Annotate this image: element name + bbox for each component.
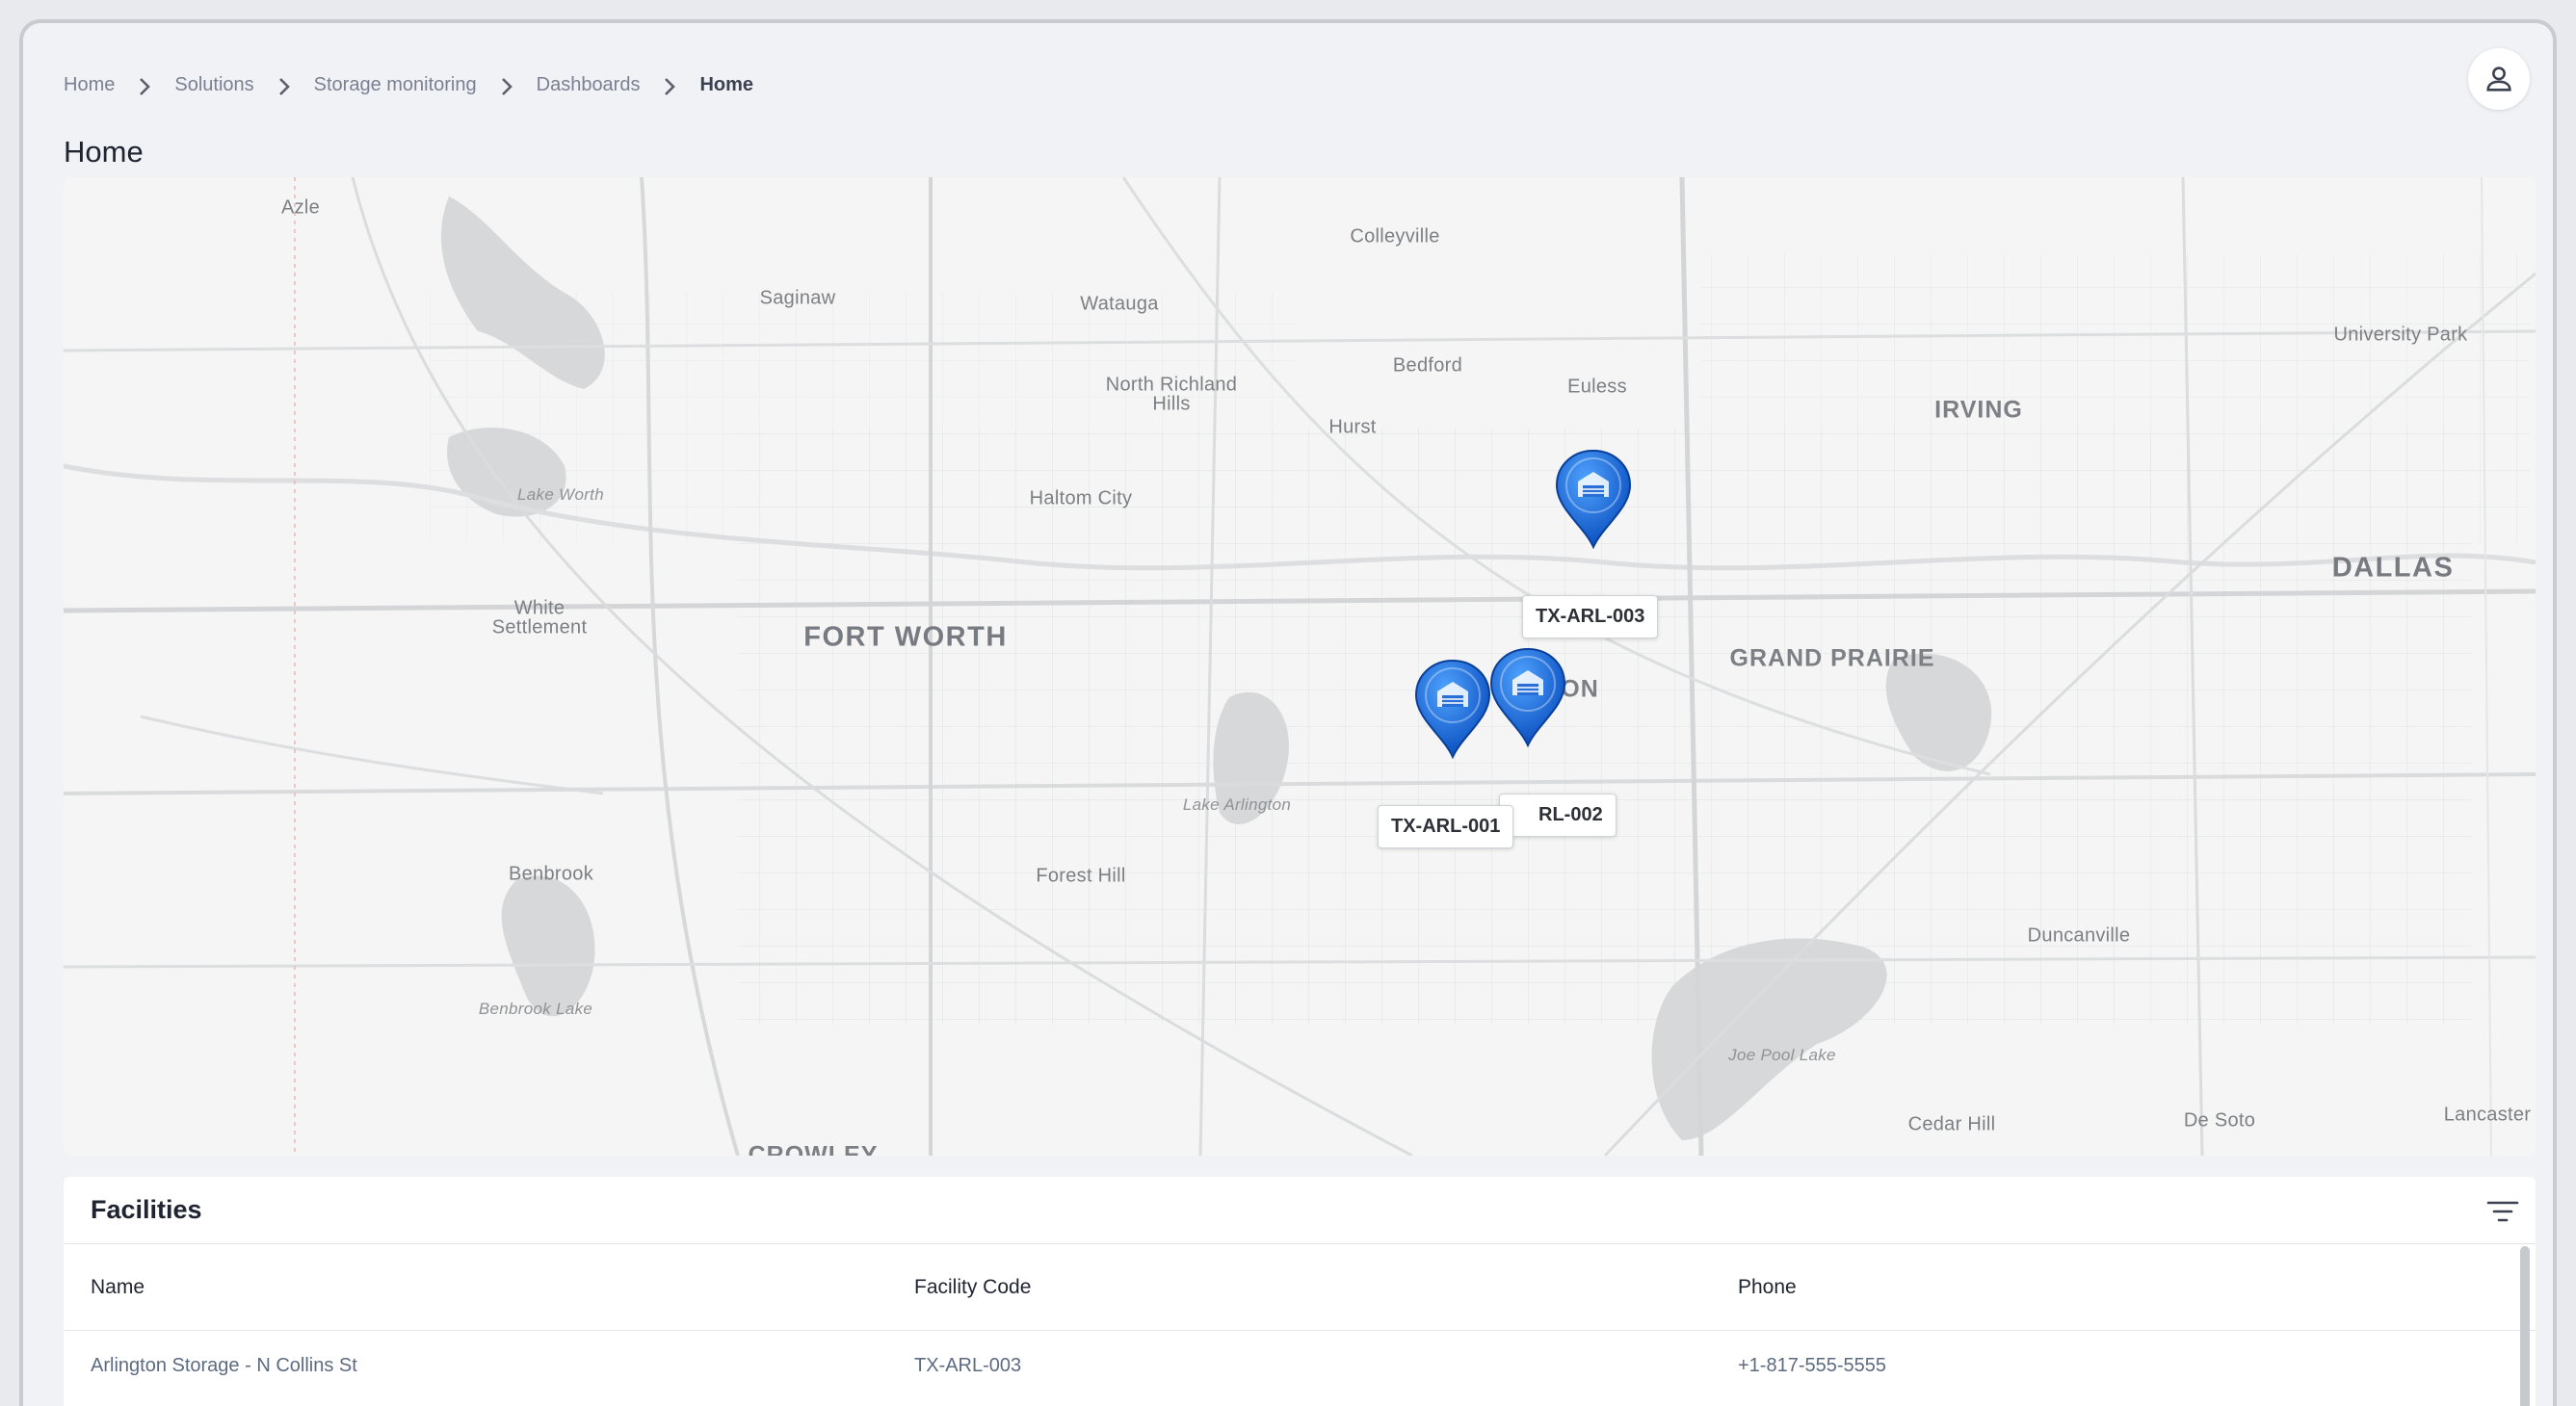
filter-button[interactable]	[2484, 1192, 2522, 1231]
map-label: Benbrook	[508, 863, 594, 885]
chevron-right-icon	[640, 71, 699, 98]
facilities-panel: Facilities Name Facility Code Phone Arli…	[64, 1177, 2536, 1406]
facilities-title: Facilities	[91, 1195, 202, 1224]
map-pin-icon	[1489, 647, 1566, 748]
breadcrumb-home[interactable]: Home	[64, 74, 115, 96]
filter-icon	[2486, 1201, 2519, 1222]
map-label: Settlement	[491, 616, 588, 638]
chevron-right-icon	[254, 71, 314, 98]
map-label: Duncanville	[2027, 924, 2131, 947]
map-label: Forest Hill	[1036, 865, 1126, 887]
map-basemap	[64, 177, 2536, 1156]
facilities-map[interactable]: Azle Colleyville Saginaw Watauga North R…	[64, 177, 2536, 1156]
marker-label-tx-arl-002[interactable]: RL-002	[1499, 794, 1617, 837]
map-marker-tx-arl-002[interactable]	[1489, 647, 1566, 748]
table-row[interactable]: Arlington Storage - N Collins St TX-ARL-…	[64, 1331, 2536, 1400]
column-header-name[interactable]: Name	[64, 1276, 887, 1299]
breadcrumb-current: Home	[699, 73, 754, 95]
table-header: Name Facility Code Phone	[64, 1244, 2536, 1331]
map-label: University Park	[2333, 324, 2468, 346]
app-window: Home Solutions Storage monitoring Dashbo…	[19, 19, 2557, 1406]
cell-phone: +1-817-555-5555	[1738, 1354, 1887, 1376]
map-pin-icon	[1414, 659, 1491, 760]
cell-facility-code: TX-ARL-003	[914, 1354, 1022, 1376]
map-marker-tx-arl-003[interactable]	[1555, 449, 1632, 550]
user-menu-button[interactable]	[2468, 48, 2530, 110]
map-label: GRAND PRAIRIE	[1729, 644, 1935, 672]
breadcrumb-solutions[interactable]: Solutions	[174, 74, 253, 96]
chevron-right-icon	[477, 71, 537, 98]
map-label: Euless	[1567, 376, 1627, 398]
map-label: Lake Worth	[517, 485, 604, 504]
marker-label-tx-arl-001[interactable]: TX-ARL-001	[1378, 805, 1514, 848]
map-label: Hills	[1152, 393, 1191, 415]
map-label: IRVING	[1934, 396, 2023, 424]
marker-label-tx-arl-003[interactable]: TX-ARL-003	[1522, 595, 1659, 638]
map-marker-tx-arl-001[interactable]	[1414, 659, 1491, 760]
map-label: Bedford	[1392, 354, 1463, 377]
map-label: Watauga	[1080, 293, 1159, 315]
map-label: DALLAS	[2331, 552, 2455, 584]
map-label: Lancaster	[2443, 1104, 2532, 1126]
map-label: FORT WORTH	[803, 621, 1008, 653]
map-label: ON	[1561, 675, 1599, 703]
map-label: Cedar Hill	[1907, 1113, 1996, 1135]
map-label: Haltom City	[1029, 487, 1133, 509]
user-icon	[2486, 66, 2511, 91]
table-scrollbar[interactable]	[2520, 1246, 2530, 1406]
cell-name: Arlington Storage - N Collins St	[91, 1354, 357, 1376]
breadcrumb-storage-monitoring[interactable]: Storage monitoring	[314, 74, 477, 96]
map-label: Hurst	[1328, 416, 1377, 438]
map-label: Saginaw	[759, 287, 836, 309]
column-header-phone[interactable]: Phone	[1711, 1276, 2501, 1299]
page-title: Home	[64, 135, 144, 169]
chevron-right-icon	[115, 71, 174, 98]
map-label: Azle	[280, 196, 321, 219]
map-pin-icon	[1555, 449, 1632, 550]
map-label: Lake Arlington	[1182, 795, 1292, 814]
breadcrumb-dashboards[interactable]: Dashboards	[537, 74, 641, 96]
map-label: Colleyville	[1350, 225, 1440, 247]
map-label: Benbrook Lake	[478, 1000, 593, 1018]
map-label: Joe Pool Lake	[1728, 1046, 1836, 1064]
breadcrumb: Home Solutions Storage monitoring Dashbo…	[64, 71, 753, 98]
facilities-header: Facilities	[64, 1177, 2536, 1244]
column-header-facility-code[interactable]: Facility Code	[887, 1276, 1711, 1299]
map-label: De Soto	[2183, 1109, 2256, 1132]
map-label: CROWLEY	[748, 1141, 879, 1157]
